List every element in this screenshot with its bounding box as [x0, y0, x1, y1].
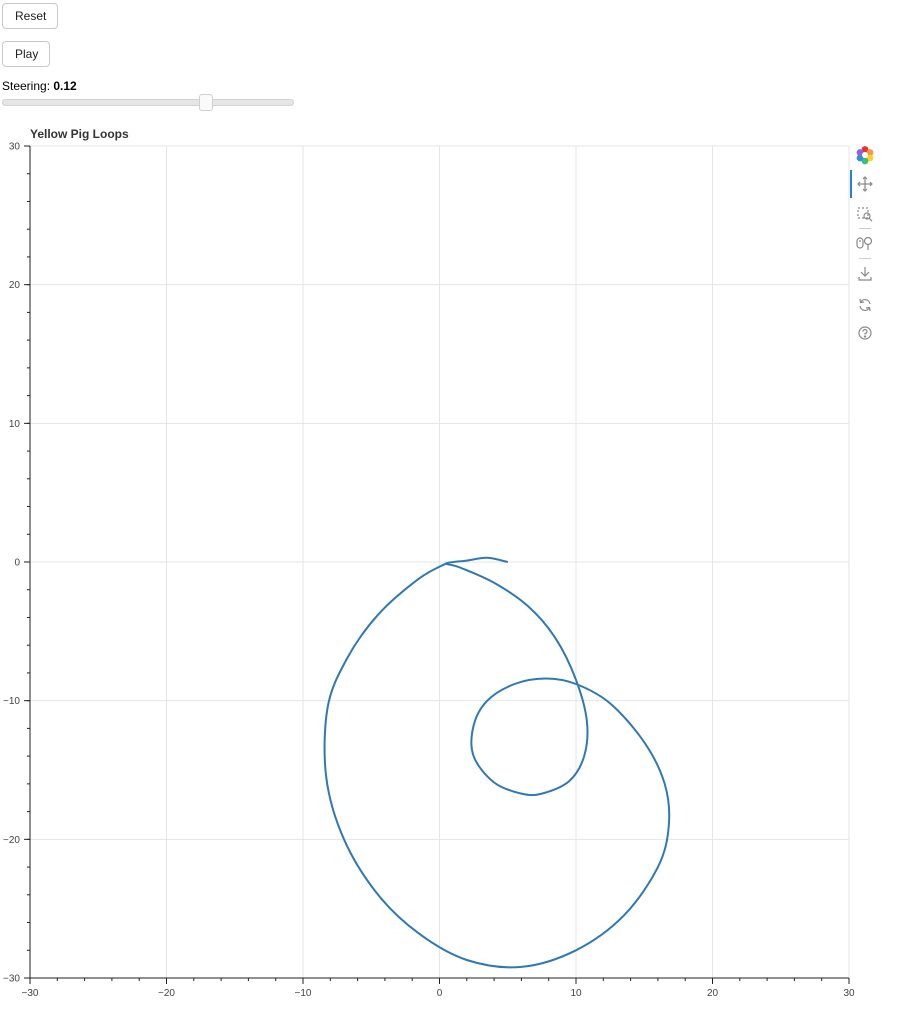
pan-icon[interactable] [855, 174, 875, 194]
plot-toolbar [850, 142, 880, 352]
y-tick-label: −20 [3, 835, 20, 846]
chart-title: Yellow Pig Loops [30, 127, 129, 141]
toolbar-separator [859, 228, 871, 229]
x-tick-label: 0 [437, 988, 443, 999]
toolbar-separator [859, 258, 871, 259]
x-tick-label: −10 [295, 988, 312, 999]
box-zoom-icon[interactable] [855, 204, 875, 224]
axes: −30 −20 −10 0 10 20 30 −30 −20 −10 0 10 20 30 [3, 142, 855, 1000]
help-icon[interactable] [855, 323, 875, 343]
grid-lines [29, 145, 850, 979]
x-tick-label: 20 [707, 988, 719, 999]
x-tick-label: −30 [22, 988, 39, 999]
series-line [323, 556, 671, 969]
y-tick-label: −30 [3, 974, 20, 985]
y-tick-label: 30 [9, 142, 21, 153]
x-tick-label: 30 [843, 988, 855, 999]
y-tick-label: 10 [9, 419, 21, 430]
save-icon[interactable] [855, 264, 875, 284]
x-tick-label: 10 [570, 988, 582, 999]
x-tick-label: −20 [158, 988, 175, 999]
y-tick-label: 20 [9, 280, 21, 291]
reset-icon[interactable] [855, 295, 875, 315]
series-group [323, 556, 671, 969]
y-tick-label: 0 [14, 558, 20, 569]
wheel-zoom-icon[interactable] [855, 233, 875, 253]
active-tool-indicator [850, 170, 852, 198]
bokeh-logo-icon[interactable] [855, 145, 875, 165]
line-chart[interactable]: Yellow Pig Loops −30 −20 −10 0 10 20 30−30−20−… [0, 0, 903, 1024]
y-tick-label: −10 [3, 696, 20, 707]
